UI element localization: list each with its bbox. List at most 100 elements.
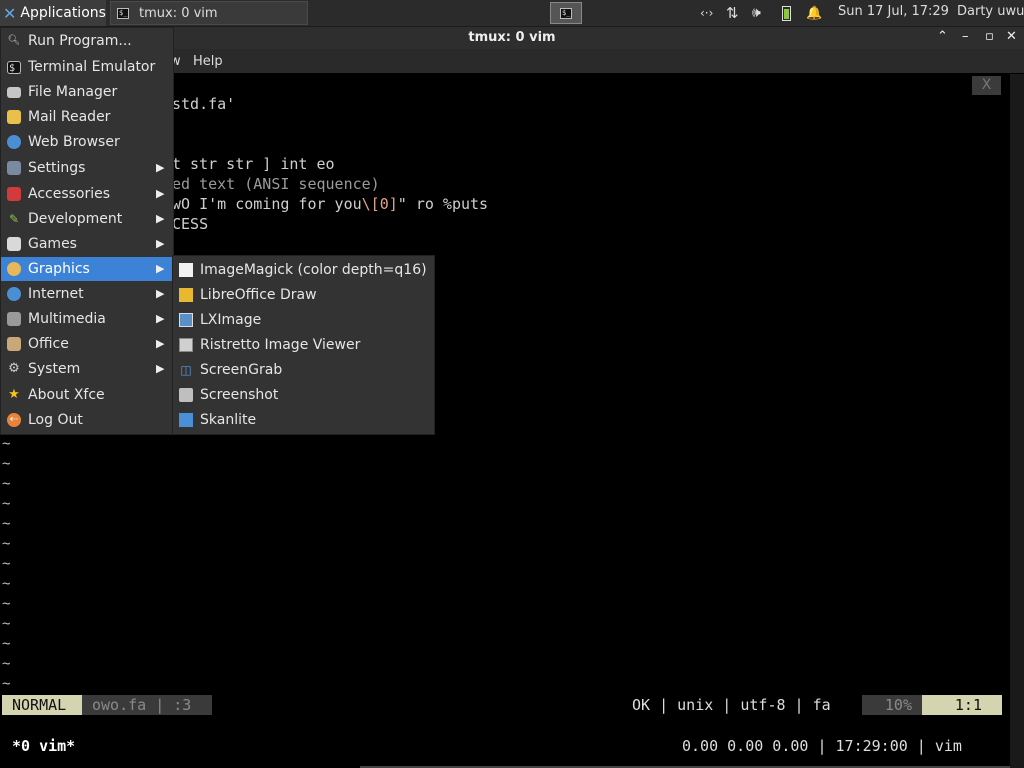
code-line: std.fa' <box>172 95 236 113</box>
empty-line-marker: ~ <box>2 476 11 492</box>
development-icon: ✎ <box>8 212 20 226</box>
user-name[interactable]: Darty uwu <box>957 4 1024 19</box>
submenu-item-skanlite[interactable]: Skanlite <box>173 407 434 432</box>
menu-item-system[interactable]: ⚙ System ▶ <box>1 357 173 381</box>
notification-bell-icon[interactable]: 🔔 <box>806 0 822 26</box>
file-info: owo.fa | :3 <box>82 695 212 715</box>
mail-icon <box>7 110 21 124</box>
vim-statusline: NORMAL owo.fa | :3 OK | unix | utf-8 | f… <box>0 695 1010 715</box>
close-tab-button[interactable]: X <box>972 76 1001 95</box>
applications-menu-button[interactable]: ✕ Applications ⋮ <box>0 0 120 26</box>
clock[interactable]: Sun 17 Jul, 17:29 <box>838 4 949 19</box>
submenu-item-label: ImageMagick (color depth=q16) <box>200 261 427 278</box>
submenu-item-imagemagick[interactable]: ImageMagick (color depth=q16) <box>173 257 434 282</box>
terminal-icon: $_ <box>7 60 22 74</box>
close-button[interactable]: ✕ <box>1006 29 1017 44</box>
menu-item-label: Run Program... <box>28 33 132 49</box>
minimize-button[interactable]: – <box>962 29 969 44</box>
multimedia-icon <box>7 312 21 326</box>
menu-item-mail-reader[interactable]: Mail Reader <box>1 105 173 129</box>
maximize-button[interactable]: ▫ <box>985 29 994 44</box>
applications-label: Applications <box>20 5 106 21</box>
globe-icon <box>7 287 21 301</box>
menu-item-web-browser[interactable]: Web Browser <box>1 130 173 154</box>
accessories-icon <box>7 187 21 201</box>
empty-line-marker: ~ <box>2 456 11 472</box>
games-icon <box>7 237 21 251</box>
submenu-arrow-icon: ▶ <box>156 161 165 174</box>
office-icon <box>7 337 21 351</box>
menu-item-label: Games <box>28 236 77 252</box>
terminal-scrollbar[interactable] <box>1010 74 1024 768</box>
tmux-status-right: 0.00 0.00 0.00 | 17:29:00 | vim <box>682 737 962 755</box>
menu-item-multimedia[interactable]: Multimedia ▶ <box>1 307 173 331</box>
empty-line-marker: ~ <box>2 496 11 512</box>
draw-icon <box>179 287 193 302</box>
image-viewer-icon <box>179 312 193 327</box>
taskbar-button-tmux[interactable]: $_ tmux: 0 vim <box>110 1 308 25</box>
empty-line-marker: ~ <box>2 576 11 592</box>
tmux-window-name[interactable]: *0 vim* <box>12 737 75 755</box>
scanner-icon <box>179 412 193 427</box>
globe-icon <box>7 135 21 149</box>
image-viewer-icon <box>179 337 193 352</box>
scroll-percent: 10% <box>862 695 922 715</box>
submenu-item-label: Ristretto Image Viewer <box>200 336 361 353</box>
submenu-item-lximage[interactable]: LXImage <box>173 307 434 332</box>
submenu-item-screenshot[interactable]: Screenshot <box>173 382 434 407</box>
menu-item-terminal-emulator[interactable]: $_ Terminal Emulator <box>1 55 173 79</box>
transfer-arrows-icon[interactable]: ⇅ <box>726 0 739 26</box>
menu-item-graphics[interactable]: Graphics ▶ <box>1 257 173 281</box>
menu-item-log-out[interactable]: ⇠ Log Out <box>1 408 173 432</box>
file-format-info: OK | unix | utf-8 | fa <box>632 696 831 714</box>
menu-item-games[interactable]: Games ▶ <box>1 232 173 256</box>
graphics-icon <box>7 262 21 276</box>
logout-icon: ⇠ <box>7 413 21 427</box>
menu-item-about-xfce[interactable]: ★ About Xfce <box>1 383 173 407</box>
code-escape-sequence: \[0] <box>361 195 398 213</box>
empty-line-marker: ~ <box>2 636 11 652</box>
code-line: t str str ] int eo <box>172 155 335 173</box>
empty-line-marker: ~ <box>2 516 11 532</box>
empty-line-marker: ~ <box>2 556 11 572</box>
vim-mode-indicator: NORMAL <box>2 695 82 715</box>
code-text: " ro %puts <box>397 195 489 213</box>
volume-icon[interactable]: 🕪 <box>752 0 761 26</box>
menu-item-label: Graphics <box>28 261 90 277</box>
shade-button[interactable]: ⌃ <box>937 29 948 44</box>
menu-help[interactable]: Help <box>193 54 223 69</box>
menu-item-label: Accessories <box>28 186 111 202</box>
code-line: CESS <box>172 215 209 233</box>
menu-item-label: Development <box>28 211 123 227</box>
code-text: wO I'm coming for you <box>172 195 362 213</box>
menu-item-settings[interactable]: Settings ▶ <box>1 156 173 180</box>
menu-item-file-manager[interactable]: File Manager <box>1 80 173 104</box>
empty-line-marker: ~ <box>2 676 11 692</box>
empty-line-marker: ~ <box>2 656 11 672</box>
menu-item-development[interactable]: ✎ Development ▶ <box>1 207 173 231</box>
submenu-item-ristretto[interactable]: Ristretto Image Viewer <box>173 332 434 357</box>
graphics-submenu: ImageMagick (color depth=q16) LibreOffic… <box>172 255 435 435</box>
battery-icon[interactable] <box>782 0 791 26</box>
menu-item-label: Multimedia <box>28 311 106 327</box>
xfce-logo-icon: ✕ <box>3 3 17 23</box>
menu-item-internet[interactable]: Internet ▶ <box>1 282 173 306</box>
settings-icon <box>7 161 21 175</box>
network-icon[interactable]: ‹·› <box>700 0 713 26</box>
workspace-switcher[interactable]: $_ <box>550 2 582 24</box>
star-icon: ★ <box>8 387 20 402</box>
code-comment-line: ed text (ANSI sequence) <box>172 175 380 193</box>
menu-item-label: Settings <box>28 160 86 176</box>
submenu-arrow-icon: ▶ <box>156 187 165 200</box>
menu-item-label: Log Out <box>28 412 83 428</box>
camera-icon <box>179 387 193 402</box>
menu-item-office[interactable]: Office ▶ <box>1 332 173 356</box>
submenu-item-libreoffice-draw[interactable]: LibreOffice Draw <box>173 282 434 307</box>
terminal-icon: $_ <box>117 7 129 19</box>
menu-item-accessories[interactable]: Accessories ▶ <box>1 182 173 206</box>
menu-item-run-program[interactable]: 🔍︎ Run Program... <box>1 29 173 53</box>
folder-icon <box>7 86 21 98</box>
submenu-item-label: Screenshot <box>200 386 279 403</box>
submenu-item-screengrab[interactable]: ◫ ScreenGrab <box>173 357 434 382</box>
menu-item-label: Web Browser <box>28 134 120 150</box>
